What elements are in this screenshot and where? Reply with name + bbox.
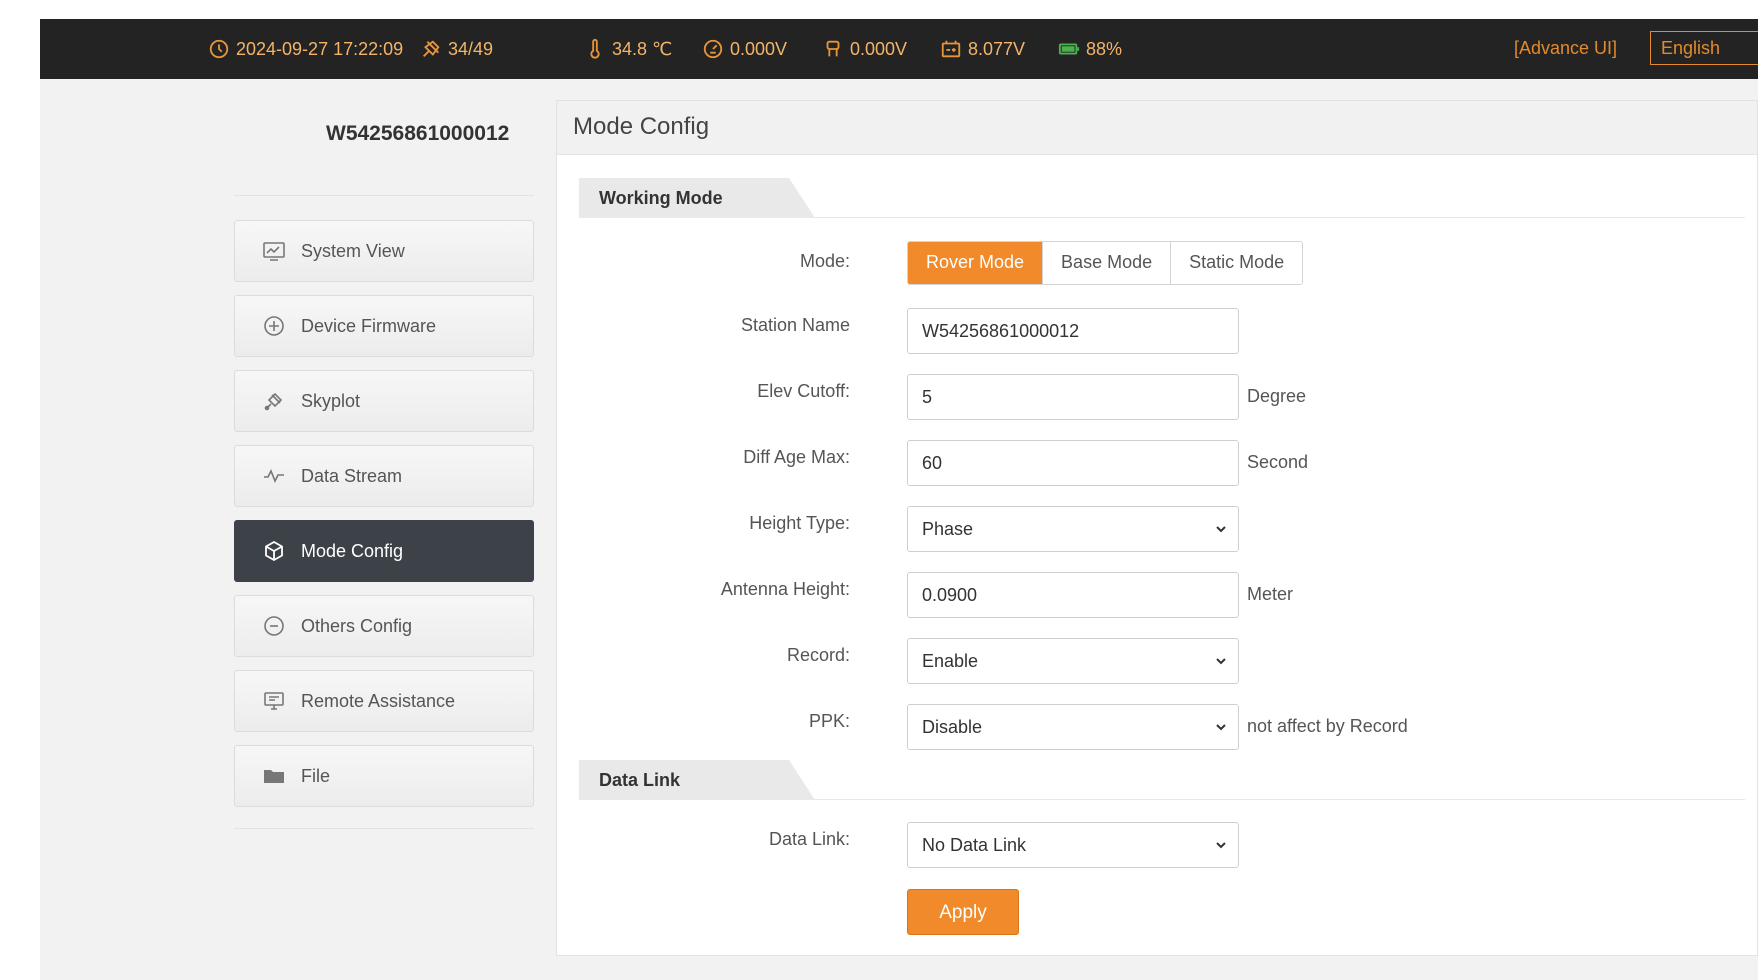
working-mode-section: Working Mode <box>579 178 1745 218</box>
static-mode-button[interactable]: Static Mode <box>1170 242 1303 284</box>
antenna-height-label: Antenna Height: <box>720 579 850 599</box>
elev-cutoff-input[interactable]: 5 <box>907 374 1239 420</box>
sidebar-item-label: Mode Config <box>301 540 404 561</box>
datetime-status: 2024-09-27 17:22:09 <box>208 38 403 60</box>
sidebar-divider <box>234 828 534 829</box>
panel-header: Mode Config <box>557 101 1757 155</box>
data-link-section: Data Link <box>579 760 1745 800</box>
diff-age-unit: Second <box>1247 452 1309 472</box>
elev-cutoff-label: Elev Cutoff: <box>757 381 850 401</box>
record-label: Record: <box>786 645 850 665</box>
sidebar-item-label: System View <box>301 240 405 261</box>
height-type-value: Phase <box>922 518 974 539</box>
thermometer-icon <box>590 38 600 59</box>
clock-icon <box>209 39 229 59</box>
temperature-text: 34.8 ℃ <box>612 38 673 59</box>
sidebar-item-label: Device Firmware <box>301 315 437 336</box>
monitor-chart-icon <box>260 237 288 265</box>
sidebar-item-others-config[interactable]: Others Config <box>234 595 534 657</box>
diff-age-input[interactable]: 60 <box>907 440 1239 486</box>
sidebar-item-mode-config[interactable]: Mode Config <box>234 520 534 582</box>
firmware-icon <box>260 312 288 340</box>
battery-percent-text: 88% <box>1086 38 1123 59</box>
ppk-value: Disable <box>922 716 983 737</box>
chevron-down-icon <box>1216 842 1226 849</box>
voltage-b-status: 0.000V <box>822 38 907 60</box>
sidebar-item-skyplot[interactable]: Skyplot <box>234 370 534 432</box>
height-type-label: Height Type: <box>749 513 850 533</box>
device-id: W54256861000012 <box>326 122 510 145</box>
chevron-down-icon <box>1216 724 1226 731</box>
apply-button[interactable]: Apply <box>907 889 1019 935</box>
language-select[interactable]: English <box>1650 31 1758 65</box>
satellite-count-icon <box>423 40 440 57</box>
battery-voltage-text: 8.077V <box>968 38 1026 59</box>
status-bar: 2024-09-27 17:22:09 34/49 34.8 ℃ 0.000V … <box>40 19 1758 79</box>
voltage-a-status: 0.000V <box>702 38 787 60</box>
datetime-text: 2024-09-27 17:22:09 <box>236 38 404 59</box>
cube-icon <box>260 537 288 565</box>
battery-voltage-status: 8.077V <box>940 38 1025 60</box>
more-circle-icon <box>260 612 288 640</box>
voltage-b-text: 0.000V <box>850 38 908 59</box>
ppk-note: not affect by Record <box>1247 716 1408 736</box>
base-mode-button[interactable]: Base Mode <box>1042 242 1171 284</box>
station-name-input[interactable]: W54256861000012 <box>907 308 1239 354</box>
mode-config-panel: Mode Config Working Mode Mode: Rover Mod… <box>556 100 1758 956</box>
mode-toggle-group: Rover Mode Base Mode Static Mode <box>907 241 1304 285</box>
battery-pack-icon <box>941 40 961 58</box>
sidebar-item-device-firmware[interactable]: Device Firmware <box>234 295 534 357</box>
sidebar-item-label: Data Stream <box>301 465 403 486</box>
data-link-heading: Data Link <box>579 760 815 800</box>
diff-age-label: Diff Age Max: <box>743 447 850 467</box>
gauge-icon <box>703 39 723 59</box>
chevron-down-icon <box>1216 526 1226 533</box>
waveform-icon <box>260 462 288 490</box>
antenna-height-unit: Meter <box>1247 584 1294 604</box>
sidebar-item-data-stream[interactable]: Data Stream <box>234 445 534 507</box>
battery-icon <box>1058 43 1080 55</box>
satellite-icon <box>260 387 288 415</box>
voltage-a-text: 0.000V <box>730 38 788 59</box>
station-name-label: Station Name <box>740 315 850 335</box>
mode-label: Mode: <box>799 251 850 271</box>
sidebar-item-system-view[interactable]: System View <box>234 220 534 282</box>
antenna-height-input[interactable]: 0.0900 <box>907 572 1239 618</box>
working-mode-heading: Working Mode <box>579 178 815 218</box>
satellite-count-text: 34/49 <box>448 38 494 59</box>
data-link-label: Data Link: <box>768 829 850 849</box>
elev-cutoff-unit: Degree <box>1247 386 1307 406</box>
chevron-down-icon <box>1216 658 1226 665</box>
sidebar-item-label: Remote Assistance <box>301 690 456 711</box>
remote-screen-icon <box>260 687 288 715</box>
sidebar-item-label: Skyplot <box>301 390 361 411</box>
ppk-label: PPK: <box>808 711 850 731</box>
data-link-select[interactable]: No Data Link <box>907 822 1239 868</box>
rover-mode-button[interactable]: Rover Mode <box>908 242 1043 284</box>
battery-percent-status: 88% <box>1058 38 1122 60</box>
data-link-value: No Data Link <box>922 834 1027 855</box>
sidebar-divider <box>234 195 534 196</box>
record-select[interactable]: Enable <box>907 638 1239 684</box>
sidebar-item-remote-assistance[interactable]: Remote Assistance <box>234 670 534 732</box>
power-plug-icon <box>826 40 840 57</box>
temperature-status: 34.8 ℃ <box>584 38 672 60</box>
height-type-select[interactable]: Phase <box>907 506 1239 552</box>
folder-icon <box>260 762 288 790</box>
page-title: Mode Config <box>573 113 710 140</box>
ppk-select[interactable]: Disable <box>907 704 1239 750</box>
record-value: Enable <box>922 650 979 671</box>
sidebar-item-label: Others Config <box>301 615 413 636</box>
sidebar-item-file[interactable]: File <box>234 745 534 807</box>
advance-ui-link[interactable]: [Advance UI] <box>1514 38 1617 59</box>
sidebar-item-label: File <box>301 765 331 786</box>
satellite-status: 34/49 <box>420 38 493 60</box>
